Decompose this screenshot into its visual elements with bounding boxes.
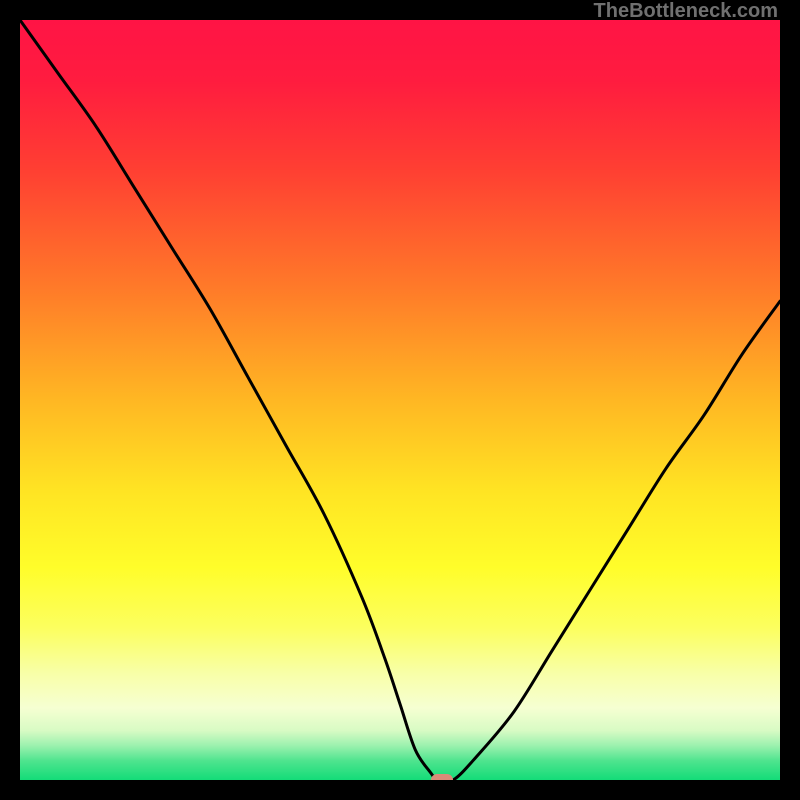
bottleneck-curve [20,20,780,780]
plot-area [20,20,780,780]
watermark-text: TheBottleneck.com [594,0,778,23]
minimum-marker [431,774,453,780]
chart-root: TheBottleneck.com [0,0,800,800]
